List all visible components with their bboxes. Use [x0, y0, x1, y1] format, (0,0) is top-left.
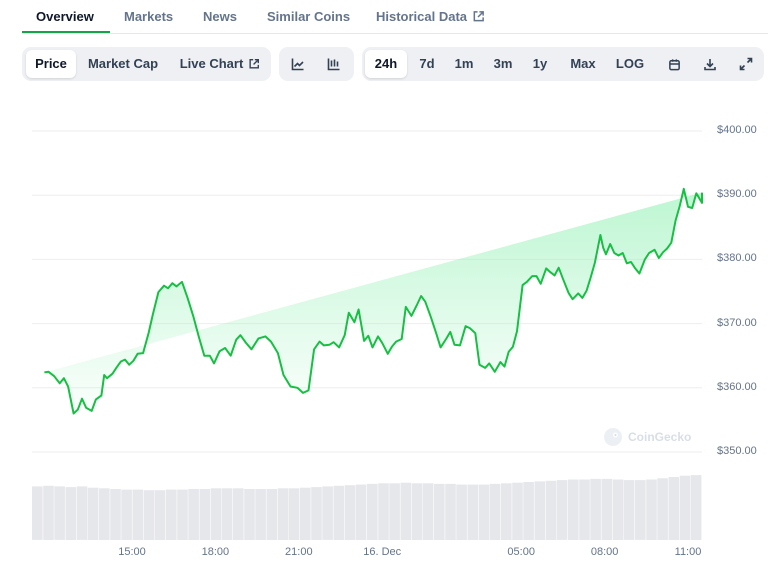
x-tick-label: 15:00 — [118, 546, 146, 558]
volume-bar — [568, 479, 579, 540]
x-tick-label: 16. Dec — [363, 546, 402, 558]
coingecko-logo-icon — [604, 428, 622, 446]
volume-bars — [32, 475, 702, 540]
volume-bar — [221, 488, 233, 540]
y-tick-label: $400.00 — [717, 124, 757, 136]
volume-bar — [99, 488, 110, 540]
y-tick-label: $390.00 — [717, 188, 757, 201]
volume-bar — [590, 478, 601, 540]
volume-bar — [489, 483, 501, 540]
volume-bar — [623, 480, 635, 540]
volume-bar — [556, 480, 568, 540]
volume-bar — [657, 478, 668, 540]
volume-bar — [367, 483, 378, 540]
x-tick-label: 11:00 — [674, 546, 702, 558]
volume-bar — [690, 475, 702, 540]
volume-bar — [512, 482, 523, 540]
volume-bar — [445, 483, 456, 540]
volume-bar — [188, 489, 199, 540]
volume-bar — [646, 479, 657, 540]
volume-bar — [54, 486, 65, 540]
volume-bar — [110, 489, 121, 540]
x-tick-label: 05:00 — [507, 546, 535, 558]
volume-bar — [378, 483, 389, 540]
volume-bar — [277, 488, 289, 540]
volume-bar — [400, 482, 412, 540]
volume-bar — [154, 490, 166, 540]
volume-bar — [344, 485, 356, 540]
y-tick-label: $370.00 — [717, 316, 757, 329]
volume-bar — [355, 484, 367, 540]
y-tick-label: $360.00 — [717, 380, 757, 393]
volume-bar — [65, 487, 77, 540]
volume-bar — [121, 489, 132, 540]
price-area — [44, 188, 702, 414]
volume-bar — [76, 486, 88, 540]
volume-bar — [478, 484, 490, 540]
volume-bar — [244, 489, 255, 540]
volume-bar — [523, 482, 534, 540]
volume-bar — [266, 489, 278, 540]
volume-bar — [389, 483, 400, 540]
volume-bar — [601, 478, 613, 540]
watermark-text: CoinGecko — [628, 430, 692, 444]
volume-bar — [43, 485, 54, 540]
volume-bar — [210, 488, 222, 540]
volume-bar — [311, 487, 322, 540]
volume-bar — [199, 489, 211, 540]
x-tick-label: 18:00 — [201, 546, 230, 558]
volume-bar — [233, 488, 244, 540]
volume-bar — [177, 489, 188, 540]
volume-bar — [579, 479, 590, 540]
volume-bar — [333, 485, 345, 540]
volume-bar — [534, 481, 546, 540]
watermark: CoinGecko — [603, 427, 691, 447]
y-tick-label: $350.00 — [717, 445, 757, 457]
volume-bar — [87, 487, 99, 540]
volume-bar — [545, 480, 557, 540]
volume-bar — [411, 483, 423, 540]
volume-bar — [422, 483, 434, 540]
volume-bar — [635, 480, 646, 540]
volume-bar — [434, 483, 445, 540]
volume-bar — [456, 484, 467, 540]
volume-bar — [143, 490, 155, 540]
volume-bar — [32, 486, 43, 540]
x-tick-label: 08:00 — [590, 546, 619, 558]
volume-bar — [288, 488, 300, 540]
x-tick-label: 21:00 — [285, 546, 313, 558]
price-chart[interactable] — [0, 0, 768, 577]
volume-bar — [300, 487, 311, 540]
y-tick-label: $380.00 — [717, 252, 757, 265]
volume-bar — [679, 475, 691, 540]
volume-bar — [132, 489, 144, 540]
volume-bar — [612, 479, 624, 540]
volume-bar — [255, 489, 266, 540]
volume-bar — [467, 484, 479, 540]
volume-bar — [501, 483, 512, 540]
volume-bar — [322, 486, 333, 540]
volume-bar — [166, 489, 177, 540]
volume-bar — [668, 477, 680, 540]
